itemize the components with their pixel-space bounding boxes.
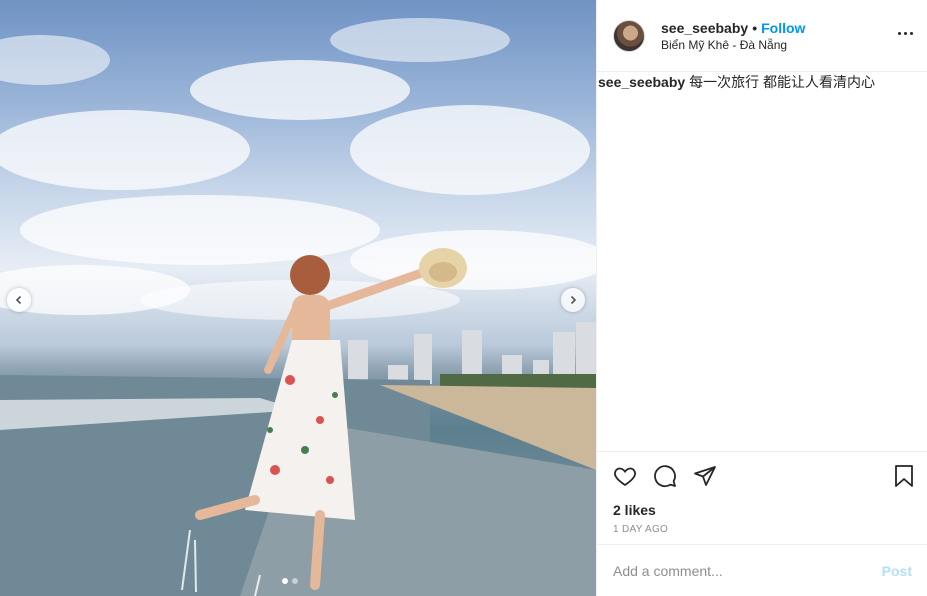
actions-area: 2 likes 1 DAY AGO bbox=[597, 451, 927, 544]
carousel-next-button[interactable] bbox=[561, 288, 585, 312]
dot bbox=[904, 32, 907, 35]
username-link[interactable]: see_seebaby bbox=[661, 20, 748, 36]
chevron-left-icon bbox=[15, 295, 22, 305]
comment-bar: Post bbox=[597, 544, 927, 596]
avatar[interactable] bbox=[613, 19, 645, 52]
heart-icon[interactable] bbox=[613, 464, 637, 488]
bookmark-icon[interactable] bbox=[892, 464, 916, 488]
dot bbox=[910, 32, 913, 35]
post-photo[interactable] bbox=[0, 0, 596, 596]
carousel-indicator bbox=[282, 578, 298, 584]
chevron-right-icon bbox=[570, 295, 577, 305]
photo-illustration bbox=[0, 18, 596, 596]
comment-input[interactable] bbox=[613, 562, 882, 579]
user-info: see_seebaby • Follow Biển Mỹ Khê - Đà Nẵ… bbox=[661, 20, 805, 52]
caption-username[interactable]: see_seebaby bbox=[598, 74, 685, 90]
more-options-icon[interactable] bbox=[896, 26, 915, 41]
carousel-dot-active bbox=[282, 578, 288, 584]
post-timestamp: 1 DAY AGO bbox=[613, 524, 669, 535]
carousel-dot bbox=[292, 578, 298, 584]
share-icon[interactable] bbox=[693, 464, 717, 488]
user-line: see_seebaby • Follow bbox=[661, 20, 805, 36]
separator: • bbox=[752, 19, 758, 36]
likes-count[interactable]: 2 likes bbox=[597, 500, 927, 522]
location-link[interactable]: Biển Mỹ Khê - Đà Nẵng bbox=[661, 38, 805, 52]
comment-icon[interactable] bbox=[653, 464, 677, 488]
dot bbox=[898, 32, 901, 35]
post-sidebar: see_seebaby • Follow Biển Mỹ Khê - Đà Nẵ… bbox=[596, 0, 927, 596]
action-bar bbox=[597, 452, 927, 500]
post-comment-button[interactable]: Post bbox=[882, 563, 912, 579]
carousel-prev-button[interactable] bbox=[7, 288, 31, 312]
post-header: see_seebaby • Follow Biển Mỹ Khê - Đà Nẵ… bbox=[597, 0, 927, 72]
follow-button[interactable]: Follow bbox=[761, 20, 805, 36]
caption-text: 每一次旅行 都能让人看清内心 bbox=[689, 74, 875, 90]
caption: see_seebaby 每一次旅行 都能让人看清内心 bbox=[597, 73, 927, 451]
